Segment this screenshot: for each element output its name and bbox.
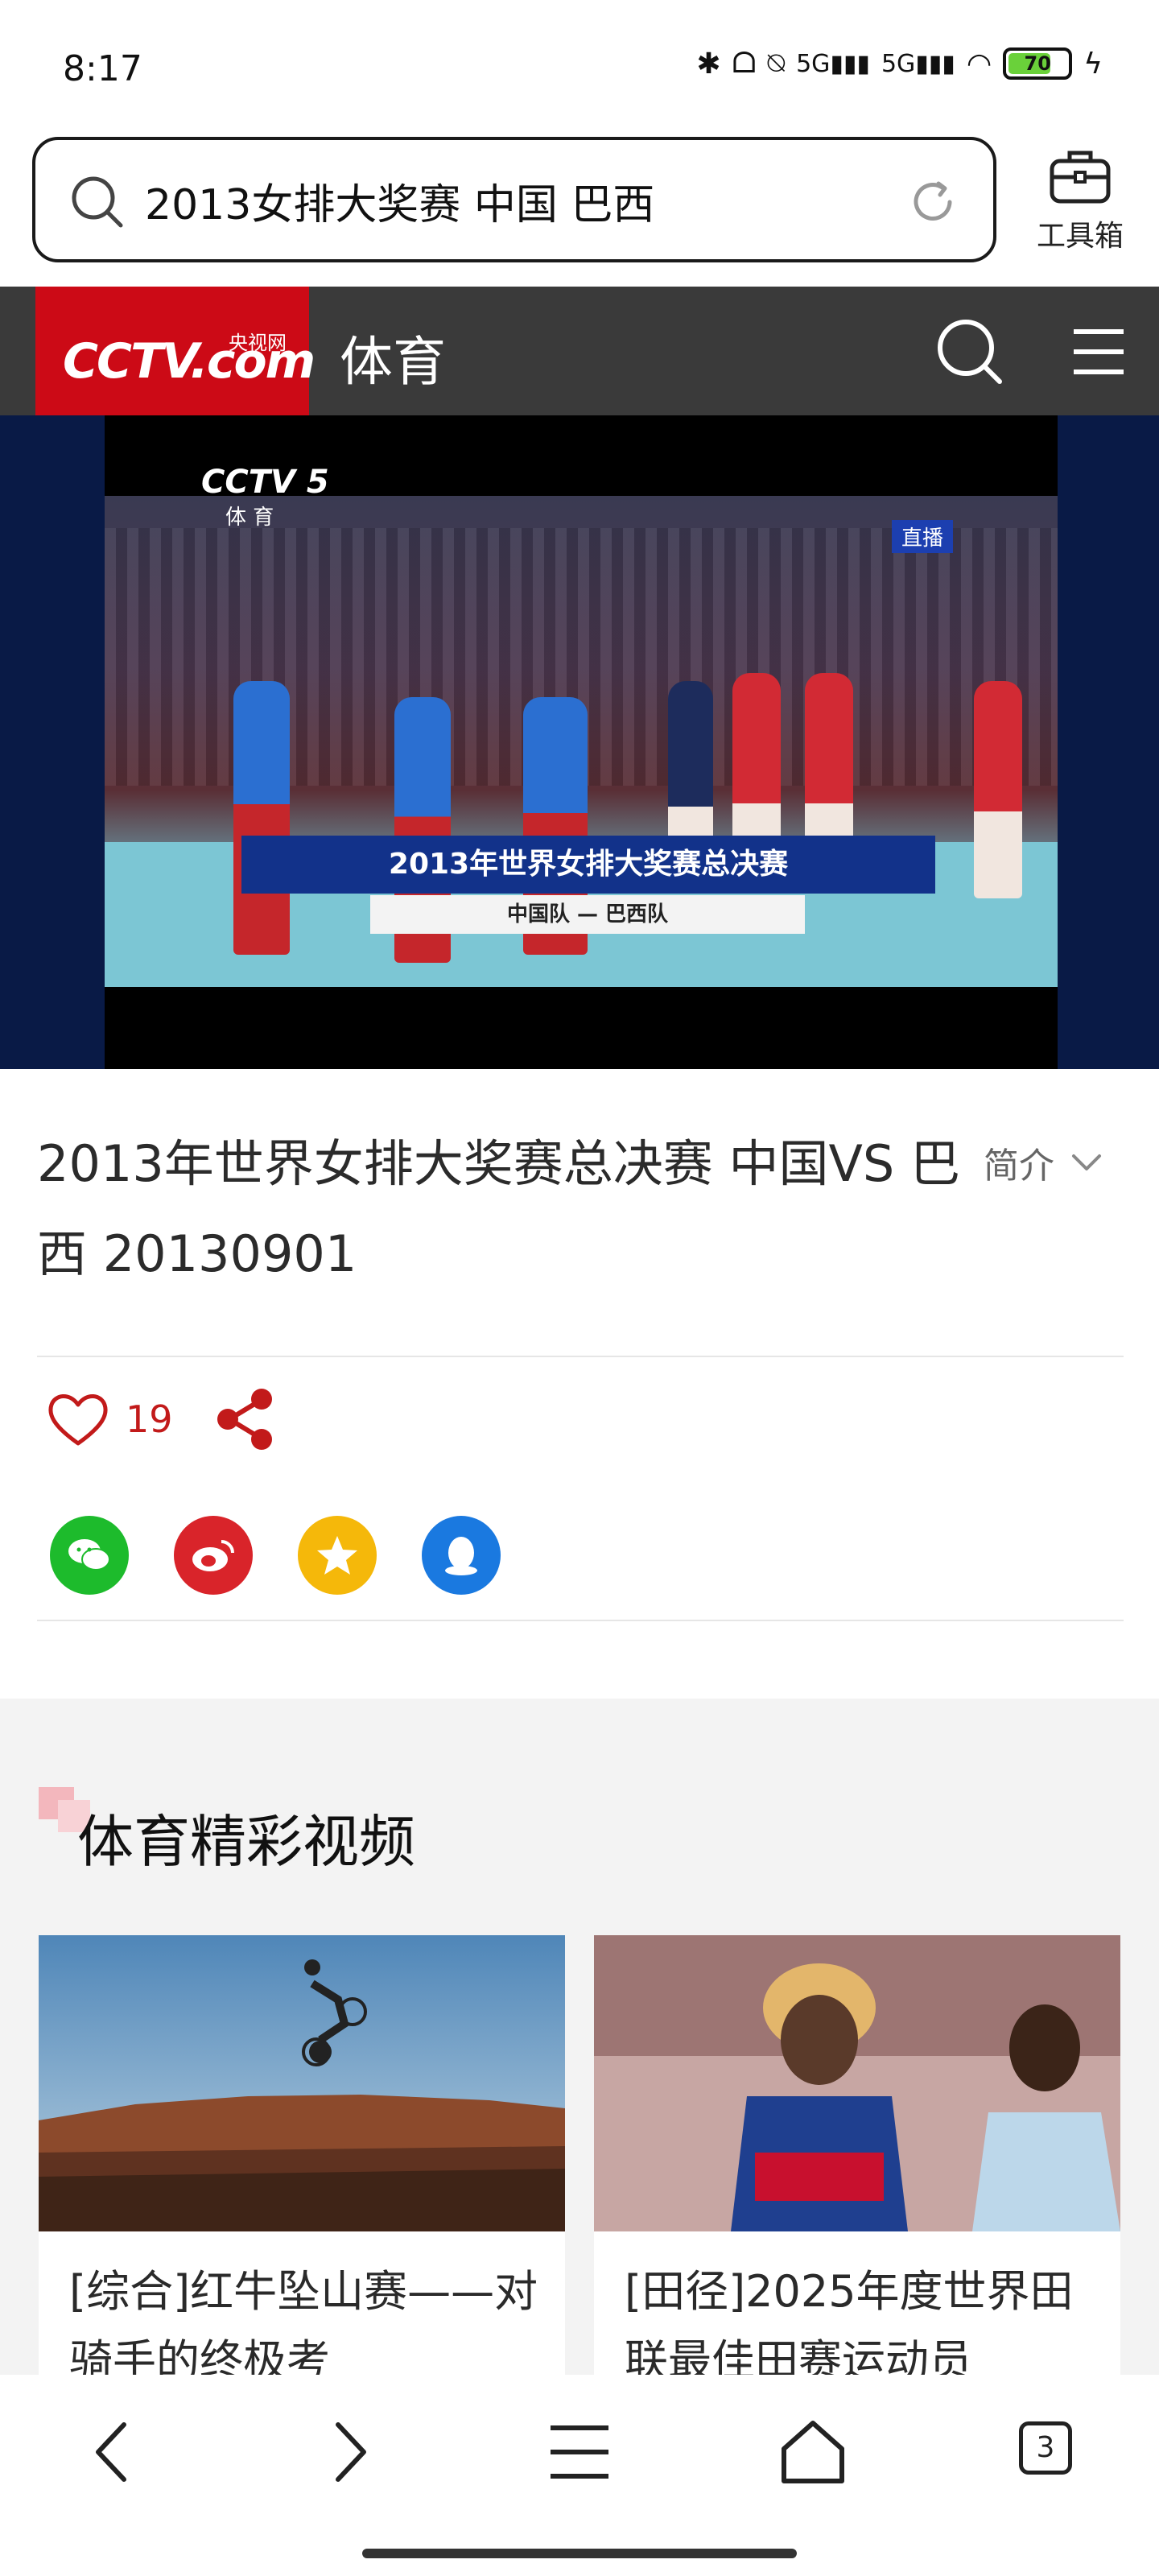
back-icon[interactable] [76,2413,153,2491]
menu-icon[interactable] [1070,324,1127,380]
card-thumbnail [39,1935,565,2231]
video-card[interactable]: [田径]2025年度世界田联最佳田赛运动员 [594,1935,1120,2418]
intro-toggle[interactable]: 简介 [984,1137,1103,1188]
toolbox-icon [1050,151,1111,204]
mute-vibrate-icon: ⍉ [767,47,786,80]
qq-share-button[interactable] [422,1516,501,1595]
home-icon[interactable] [774,2413,852,2491]
weibo-icon [192,1540,234,1571]
divider [37,1620,1124,1621]
video-title: 2013年世界女排大奖赛总决赛 中国VS 巴西 20130901 [37,1134,960,1283]
bottom-navigation: 3 [0,2375,1159,2576]
video-caption: 2013年世界女排大奖赛总决赛 中国队 — 巴西队 [241,836,935,948]
action-row: 19 [45,1386,278,1452]
video-player[interactable]: CCTV 5 体 育 直播 2013年世界女排大奖赛总决赛 中国队 — 巴西队 [0,415,1159,1069]
live-badge: 直播 [892,520,954,553]
wechat-icon [68,1539,110,1571]
channel-logo: CCTV 5 [201,464,329,501]
qzone-share-button[interactable] [298,1516,377,1595]
section-title: 体育精彩视频 [77,1809,415,1875]
menu-icon[interactable] [541,2413,618,2491]
video-frame: CCTV 5 体 育 直播 2013年世界女排大奖赛总决赛 中国队 — 巴西队 [105,415,1058,1069]
heart-icon[interactable] [45,1390,111,1448]
wifi-icon: ◠ [966,47,992,80]
refresh-icon[interactable] [906,175,959,229]
video-card[interactable]: [综合]红牛坠山赛——对骑手的终极考 [39,1935,565,2418]
status-time: 8:17 [63,48,142,89]
like-count: 19 [126,1397,173,1441]
chevron-down-icon [1072,1154,1101,1170]
qq-penguin-icon [445,1537,477,1575]
site-header: CCTV.com 央视网 体育 [0,287,1159,415]
weibo-share-button[interactable] [174,1516,253,1595]
status-bar: 8:17 ✱ ᗝ ⍉ 5G▮▮▮ 5G▮▮▮ ◠ 70 ϟ [0,0,1159,129]
qzone-star-icon [317,1536,357,1575]
search-input[interactable]: 2013女排大奖赛 中国 巴西 [145,171,654,231]
forward-icon[interactable] [309,2413,386,2491]
signal-5g-icon: 5G▮▮▮ [881,49,955,78]
cctv-logo[interactable]: CCTV.com 央视网 [35,287,316,415]
caption-sub: 中国队 — 巴西队 [370,895,805,934]
signal-5g-icon: 5G▮▮▮ [796,49,870,78]
share-icon[interactable] [212,1386,278,1452]
cctv-logo-small: 央视网 [229,332,287,354]
wechat-share-button[interactable] [50,1516,129,1595]
search-bar[interactable]: 2013女排大奖赛 中国 巴西 [32,137,996,262]
charging-icon: ϟ [1083,47,1103,80]
battery-level: 70 [1024,52,1051,75]
search-icon [72,176,123,228]
toolbox-button[interactable]: 工具箱 [1024,143,1136,264]
channel-subtitle: 体 育 [225,506,274,530]
share-targets [50,1516,501,1595]
intro-label: 简介 [984,1146,1054,1187]
toolbox-label: 工具箱 [1036,220,1124,253]
divider [37,1356,1124,1357]
tabs-count-button[interactable]: 3 [1019,2421,1072,2475]
section-name: 体育 [340,331,446,393]
earbuds-icon: ᗝ [732,47,757,80]
home-indicator[interactable] [362,2549,797,2558]
search-icon[interactable] [934,316,1004,386]
battery-icon: 70 [1003,47,1073,80]
status-icons: ✱ ᗝ ⍉ 5G▮▮▮ 5G▮▮▮ ◠ 70 ϟ [696,47,1103,80]
bluetooth-icon: ✱ [696,47,721,80]
caption-main: 2013年世界女排大奖赛总决赛 [241,836,935,894]
card-thumbnail [594,1935,1120,2231]
